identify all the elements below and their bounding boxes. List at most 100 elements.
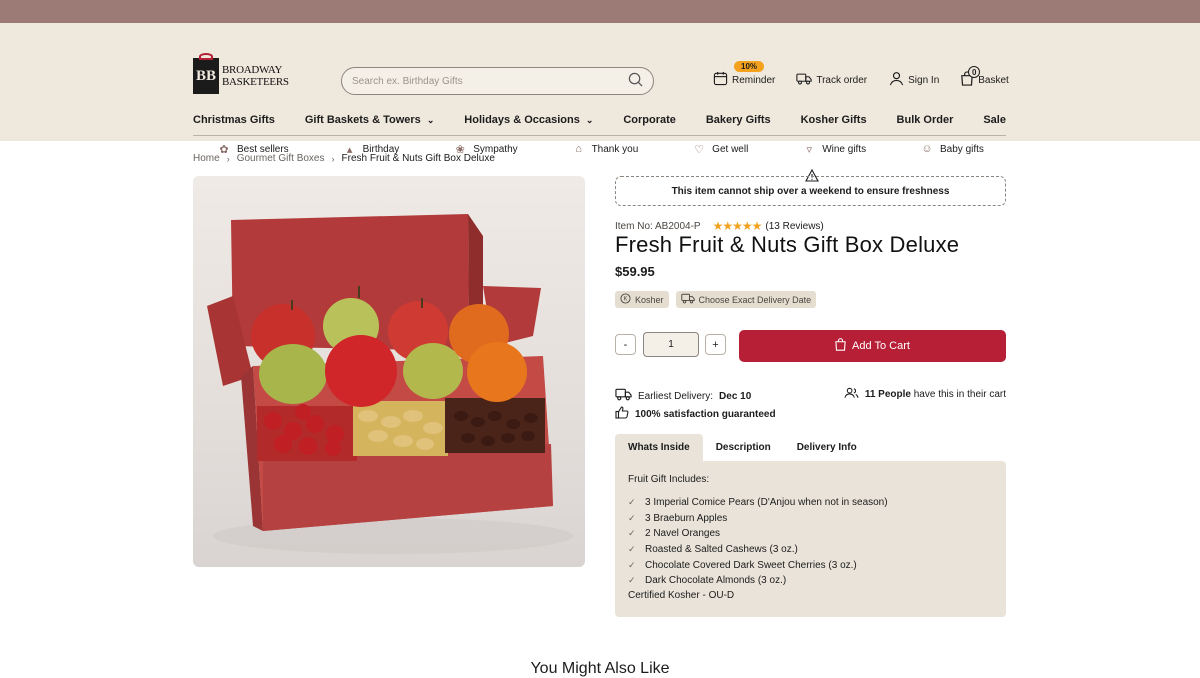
svg-text:K: K (624, 297, 628, 303)
nav-label: Gift Baskets & Towers (304, 114, 421, 126)
breadcrumb: Home › Gourmet Gift Boxes › Fresh Fruit … (193, 153, 495, 164)
satisfaction-label: 100% satisfaction guaranteed (635, 408, 776, 420)
gift-box-illustration (207, 214, 573, 554)
nav-kosher-gifts[interactable]: Kosher Gifts (801, 114, 867, 126)
sign-in-button[interactable]: Sign In (889, 71, 939, 89)
nav-holidays-occasions[interactable]: Holidays & Occasions ⌄ (464, 114, 593, 126)
kosher-icon: K (620, 293, 635, 306)
check-icon: ✓ (628, 528, 636, 539)
nav-sale[interactable]: Sale (983, 114, 1006, 126)
satisfaction-guarantee: 100% satisfaction guaranteed (615, 406, 776, 422)
thumbs-up-icon (615, 406, 635, 422)
list-item-text: 3 Braeburn Apples (645, 512, 728, 524)
sign-in-label: Sign In (908, 74, 940, 86)
nav-label: Christmas Gifts (193, 114, 275, 126)
item-meta: Item No: AB2004-P ★★★★★ (13 Reviews) (615, 219, 824, 233)
list-item: ✓ 3 Imperial Comice Pears (D'Anjou when n… (628, 495, 993, 511)
whats-inside-panel: Fruit Gift Includes: ✓ 3 Imperial Comice … (615, 461, 1006, 617)
subnav-wine-gifts[interactable]: ▿ Wine gifts (803, 143, 867, 156)
breadcrumb-current: Fresh Fruit & Nuts Gift Box Deluxe (341, 153, 495, 164)
product-title: Fresh Fruit & Nuts Gift Box Deluxe (615, 232, 960, 257)
tab-description[interactable]: Description (703, 434, 784, 461)
reminder-button[interactable]: 10% Reminder (713, 61, 776, 89)
nav-label: Sale (983, 114, 1006, 126)
list-item-text: 2 Navel Oranges (645, 528, 721, 540)
nav-label: Bulk Order (896, 114, 954, 126)
subnav-label: Get well (712, 143, 749, 155)
heart-icon: ♡ (694, 143, 705, 156)
includes-heading: Fruit Gift Includes: (628, 474, 710, 485)
nav-bakery-gifts[interactable]: Bakery Gifts (706, 114, 771, 126)
product-image[interactable] (193, 176, 585, 567)
reviews-link[interactable]: (13 Reviews) (765, 221, 823, 232)
kosher-tag: K Kosher (615, 291, 669, 308)
search-icon[interactable] (628, 72, 643, 90)
baby-icon: ☺ (921, 143, 933, 155)
shipping-notice-text: This item cannot ship over a weekend to … (671, 185, 950, 197)
earliest-delivery: Earliest Delivery: Dec 10 (615, 387, 751, 405)
list-item: ✓ 2 Navel Oranges (628, 526, 993, 542)
tab-delivery-info[interactable]: Delivery Info (784, 434, 870, 461)
nav-bulk-order[interactable]: Bulk Order (897, 114, 954, 126)
add-to-cart-label: Add To Cart (852, 340, 910, 352)
truck-icon (796, 72, 816, 89)
list-item-text: Roasted & Salted Cashews (3 oz.) (645, 544, 798, 556)
list-item-text: Chocolate Covered Dark Sweet Cherries (3… (645, 559, 857, 571)
quantity-decrease-button[interactable]: - (615, 334, 636, 355)
basket-button[interactable]: 0 Basket (960, 66, 1009, 89)
check-icon: ✓ (628, 544, 636, 555)
search-input[interactable] (352, 75, 628, 87)
nav-label: Corporate (623, 114, 676, 126)
logo-line-2: BASKETEERS (222, 76, 289, 88)
earliest-delivery-label: Earliest Delivery: (638, 390, 714, 402)
also-like-heading: You Might Also Like (530, 660, 670, 677)
top-promo-bar (0, 0, 1200, 23)
nav-label: Holidays & Occasions (464, 114, 580, 126)
wine-glass-icon: ▿ (806, 143, 812, 156)
gift-hand-icon: ⌂ (575, 143, 582, 155)
truck-icon (615, 387, 638, 405)
logo[interactable]: BB BROADWAY BASKETEERS (193, 53, 289, 94)
track-order-button[interactable]: Track order (796, 72, 867, 89)
star-rating: ★★★★★ (712, 219, 763, 233)
tab-whats-inside[interactable]: Whats Inside (615, 434, 703, 461)
delivery-date-tag[interactable]: Choose Exact Delivery Date (675, 291, 817, 308)
basket-label: Basket (978, 74, 1009, 86)
quantity-input[interactable]: 1 (643, 332, 699, 357)
nav-christmas-gifts[interactable]: Christmas Gifts (193, 114, 275, 126)
nav-label: Kosher Gifts (800, 114, 867, 126)
chevron-right-icon: › (226, 153, 230, 164)
item-number: Item No: AB2004-P (615, 220, 701, 232)
people-text: have this in their cart (913, 389, 1006, 400)
main-nav: Christmas Gifts Gift Baskets & Towers ⌄ H… (193, 114, 1006, 126)
chevron-down-icon: ⌄ (426, 114, 435, 125)
add-to-cart-button[interactable]: Add To Cart (739, 330, 1006, 362)
includes-list: ✓ 3 Imperial Comice Pears (D'Anjou when n… (628, 495, 993, 589)
truck-icon (680, 293, 699, 306)
logo-text: BROADWAY BASKETEERS (222, 64, 289, 88)
subnav-baby-gifts[interactable]: ☺ Baby gifts (921, 143, 984, 155)
nav-corporate[interactable]: Corporate (623, 114, 676, 126)
reminder-label: Reminder (732, 74, 776, 86)
people-count: 11 People (864, 389, 911, 400)
basket-icon: 0 (960, 66, 981, 89)
breadcrumb-home[interactable]: Home (193, 153, 220, 164)
breadcrumb-category[interactable]: Gourmet Gift Boxes (237, 153, 325, 164)
subnav-get-well[interactable]: ♡ Get well (693, 143, 749, 156)
quantity-increase-button[interactable]: + (705, 334, 726, 355)
chevron-right-icon: › (331, 153, 335, 164)
nav-gift-baskets-towers[interactable]: Gift Baskets & Towers ⌄ (305, 114, 435, 126)
list-item: ✓ Dark Chocolate Almonds (3 oz.) (628, 573, 993, 589)
check-icon: ✓ (628, 575, 636, 586)
discount-badge: 10% (734, 61, 765, 72)
delivery-date-label: Choose Exact Delivery Date (698, 294, 812, 305)
search-bar[interactable] (341, 67, 654, 95)
list-item: ✓ Chocolate Covered Dark Sweet Cherries (… (628, 557, 993, 573)
people-in-cart: 11 People have this in their cart (844, 387, 1006, 402)
check-icon: ✓ (628, 497, 636, 508)
user-icon (889, 71, 908, 89)
check-icon: ✓ (628, 559, 636, 570)
subnav-label: Wine gifts (822, 143, 867, 155)
subnav-thank-you[interactable]: ⌂ Thank you (573, 143, 638, 155)
product-tabs: Whats Inside Description Delivery Info (615, 434, 870, 461)
